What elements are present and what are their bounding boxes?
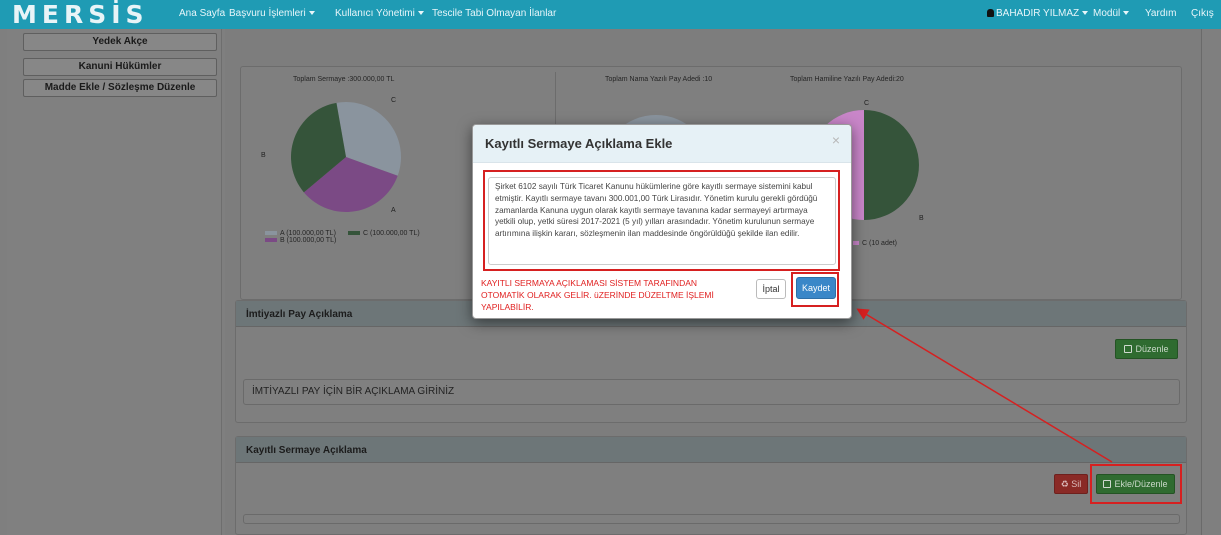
edit-icon xyxy=(1124,345,1133,353)
caret-down-icon xyxy=(308,11,315,16)
add-registered-capital-modal: Kayıtlı Sermaye Açıklama Ekle × Şirket 6… xyxy=(472,124,852,319)
legend-swatch-a xyxy=(265,231,277,236)
nav-user-management-label: Kullanıcı Yönetimi xyxy=(335,8,415,19)
legend-label-bearer-c: C (10 adet) xyxy=(862,240,898,247)
annotation-highlight-edit-button xyxy=(1090,464,1182,504)
privileged-share-text: İMTİYAZLI PAY İÇİN BİR AÇIKLAMA GİRİNİZ xyxy=(243,379,1180,405)
modal-title: Kayıtlı Sermaye Açıklama Ekle xyxy=(485,136,673,151)
nav-help[interactable]: Yardım xyxy=(1145,8,1177,19)
legend-swatch-bearer-c xyxy=(853,241,859,246)
nav-user-menu[interactable]: BAHADIR YILMAZ xyxy=(987,8,1089,19)
nav-module-menu[interactable]: Modül xyxy=(1093,8,1130,19)
nav-unregistered-announcements[interactable]: Tescile Tabi Olmayan İlanlar xyxy=(432,8,556,19)
legend-item-c: C (100.000,00 TL) xyxy=(348,230,420,237)
trash-icon: ♻ xyxy=(1060,479,1072,489)
sidebar-item-yedek-akce[interactable]: Yedek Akçe xyxy=(23,33,217,51)
privileged-share-edit-button[interactable]: Düzenle xyxy=(1115,339,1178,359)
caret-down-icon xyxy=(1082,11,1089,16)
description-textarea[interactable]: Şirket 6102 sayılı Türk Ticaret Kanunu h… xyxy=(488,177,836,265)
legend-label-a: A (100.000,00 TL) xyxy=(280,230,336,237)
auto-fill-warning: KAYITLI SERMAYA AÇIKLAMASI SİSTEM TARAFI… xyxy=(481,278,714,312)
top-navbar: MERSİS Ana Sayfa Başvuru İşlemleri Kulla… xyxy=(0,0,1221,29)
sidebar-item-madde-ekle[interactable]: Madde Ekle / Sözleşme Düzenle xyxy=(23,79,217,97)
privileged-share-edit-label: Düzenle xyxy=(1135,344,1169,354)
mersis-logo[interactable]: MERSİS xyxy=(12,2,149,27)
legend-item-b: B (100.000,00 TL) xyxy=(265,237,336,244)
modal-header: Kayıtlı Sermaye Açıklama Ekle × xyxy=(473,125,851,163)
legend-label-c: C (100.000,00 TL) xyxy=(363,230,420,237)
sidebar xyxy=(7,29,222,535)
user-icon xyxy=(987,9,994,17)
caret-down-icon xyxy=(417,11,424,16)
legend-label-b: B (100.000,00 TL) xyxy=(280,237,337,244)
cancel-button[interactable]: İptal xyxy=(756,279,786,299)
registered-capital-delete-label: Sil xyxy=(1071,479,1082,489)
caret-down-icon xyxy=(1123,11,1130,16)
registered-capital-title: Kayıtlı Sermaye Açıklama xyxy=(236,437,1186,463)
registered-capital-text xyxy=(243,514,1180,524)
nav-logout[interactable]: Çıkış xyxy=(1191,8,1214,19)
legend-item-a: A (100.000,00 TL) xyxy=(265,230,336,237)
close-icon[interactable]: × xyxy=(832,132,840,148)
save-button[interactable]: Kaydet xyxy=(796,277,836,299)
legend-swatch-c xyxy=(348,231,360,236)
legend-swatch-b xyxy=(265,238,277,243)
nav-home[interactable]: Ana Sayfa xyxy=(179,8,225,19)
nav-applications-menu[interactable]: Başvuru İşlemleri xyxy=(229,8,315,19)
chart-title-bearer-shares: Toplam Hamiline Yazılı Pay Adedi:20 xyxy=(790,76,904,83)
chart-title-total-capital: Toplam Sermaye :300.000,00 TL xyxy=(293,76,395,83)
chart-title-registered-shares: Toplam Nama Yazılı Pay Adedi :10 xyxy=(605,76,713,83)
content-divider xyxy=(1201,29,1202,535)
nav-user-name: BAHADIR YILMAZ xyxy=(996,8,1080,19)
nav-user-management-menu[interactable]: Kullanıcı Yönetimi xyxy=(335,8,424,19)
registered-capital-delete-button[interactable]: ♻ Sil xyxy=(1054,474,1088,494)
nav-applications-label: Başvuru İşlemleri xyxy=(229,8,306,19)
legend-item-bearer-c: C (10 adet) xyxy=(853,240,897,247)
nav-module-label: Modül xyxy=(1093,8,1121,19)
sidebar-item-kanuni-hukumler[interactable]: Kanuni Hükümler xyxy=(23,58,217,76)
